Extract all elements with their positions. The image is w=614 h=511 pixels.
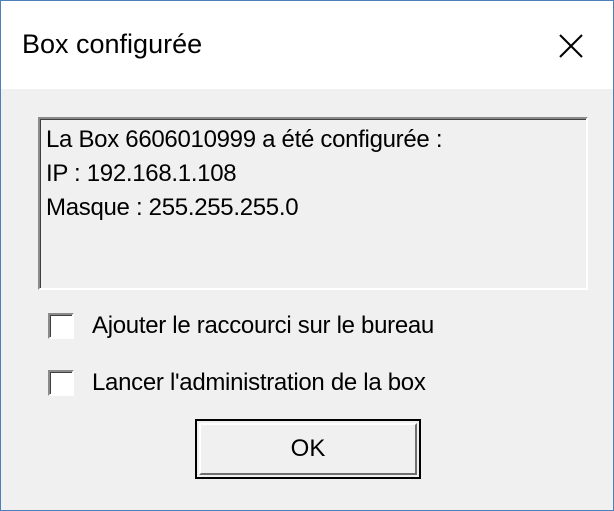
- launch-admin-checkbox[interactable]: [48, 370, 74, 396]
- message-line-mask: Masque : 255.255.255.0: [46, 194, 299, 221]
- message-line-box: La Box 6606010999 a été configurée :: [46, 126, 443, 153]
- option-add-shortcut[interactable]: Ajouter le raccourci sur le bureau: [48, 312, 434, 340]
- close-icon: [558, 33, 584, 59]
- message-line-ip: IP : 192.168.1.108: [46, 160, 237, 187]
- add-shortcut-checkbox[interactable]: [48, 313, 74, 339]
- option-launch-admin[interactable]: Lancer l'administration de la box: [48, 369, 426, 397]
- close-button[interactable]: [541, 19, 601, 73]
- title-bar[interactable]: Box configurée: [1, 1, 613, 89]
- window-title: Box configurée: [22, 29, 203, 59]
- ok-button[interactable]: OK: [195, 419, 421, 479]
- info-message-box: La Box 6606010999 a été configurée : IP …: [38, 117, 588, 290]
- dialog-body: La Box 6606010999 a été configurée : IP …: [1, 89, 613, 510]
- add-shortcut-label[interactable]: Ajouter le raccourci sur le bureau: [92, 312, 434, 340]
- ok-button-label: OK: [290, 435, 326, 462]
- launch-admin-label[interactable]: Lancer l'administration de la box: [92, 369, 426, 397]
- dialog-window: Box configurée La Box 6606010999 a été c…: [0, 0, 614, 511]
